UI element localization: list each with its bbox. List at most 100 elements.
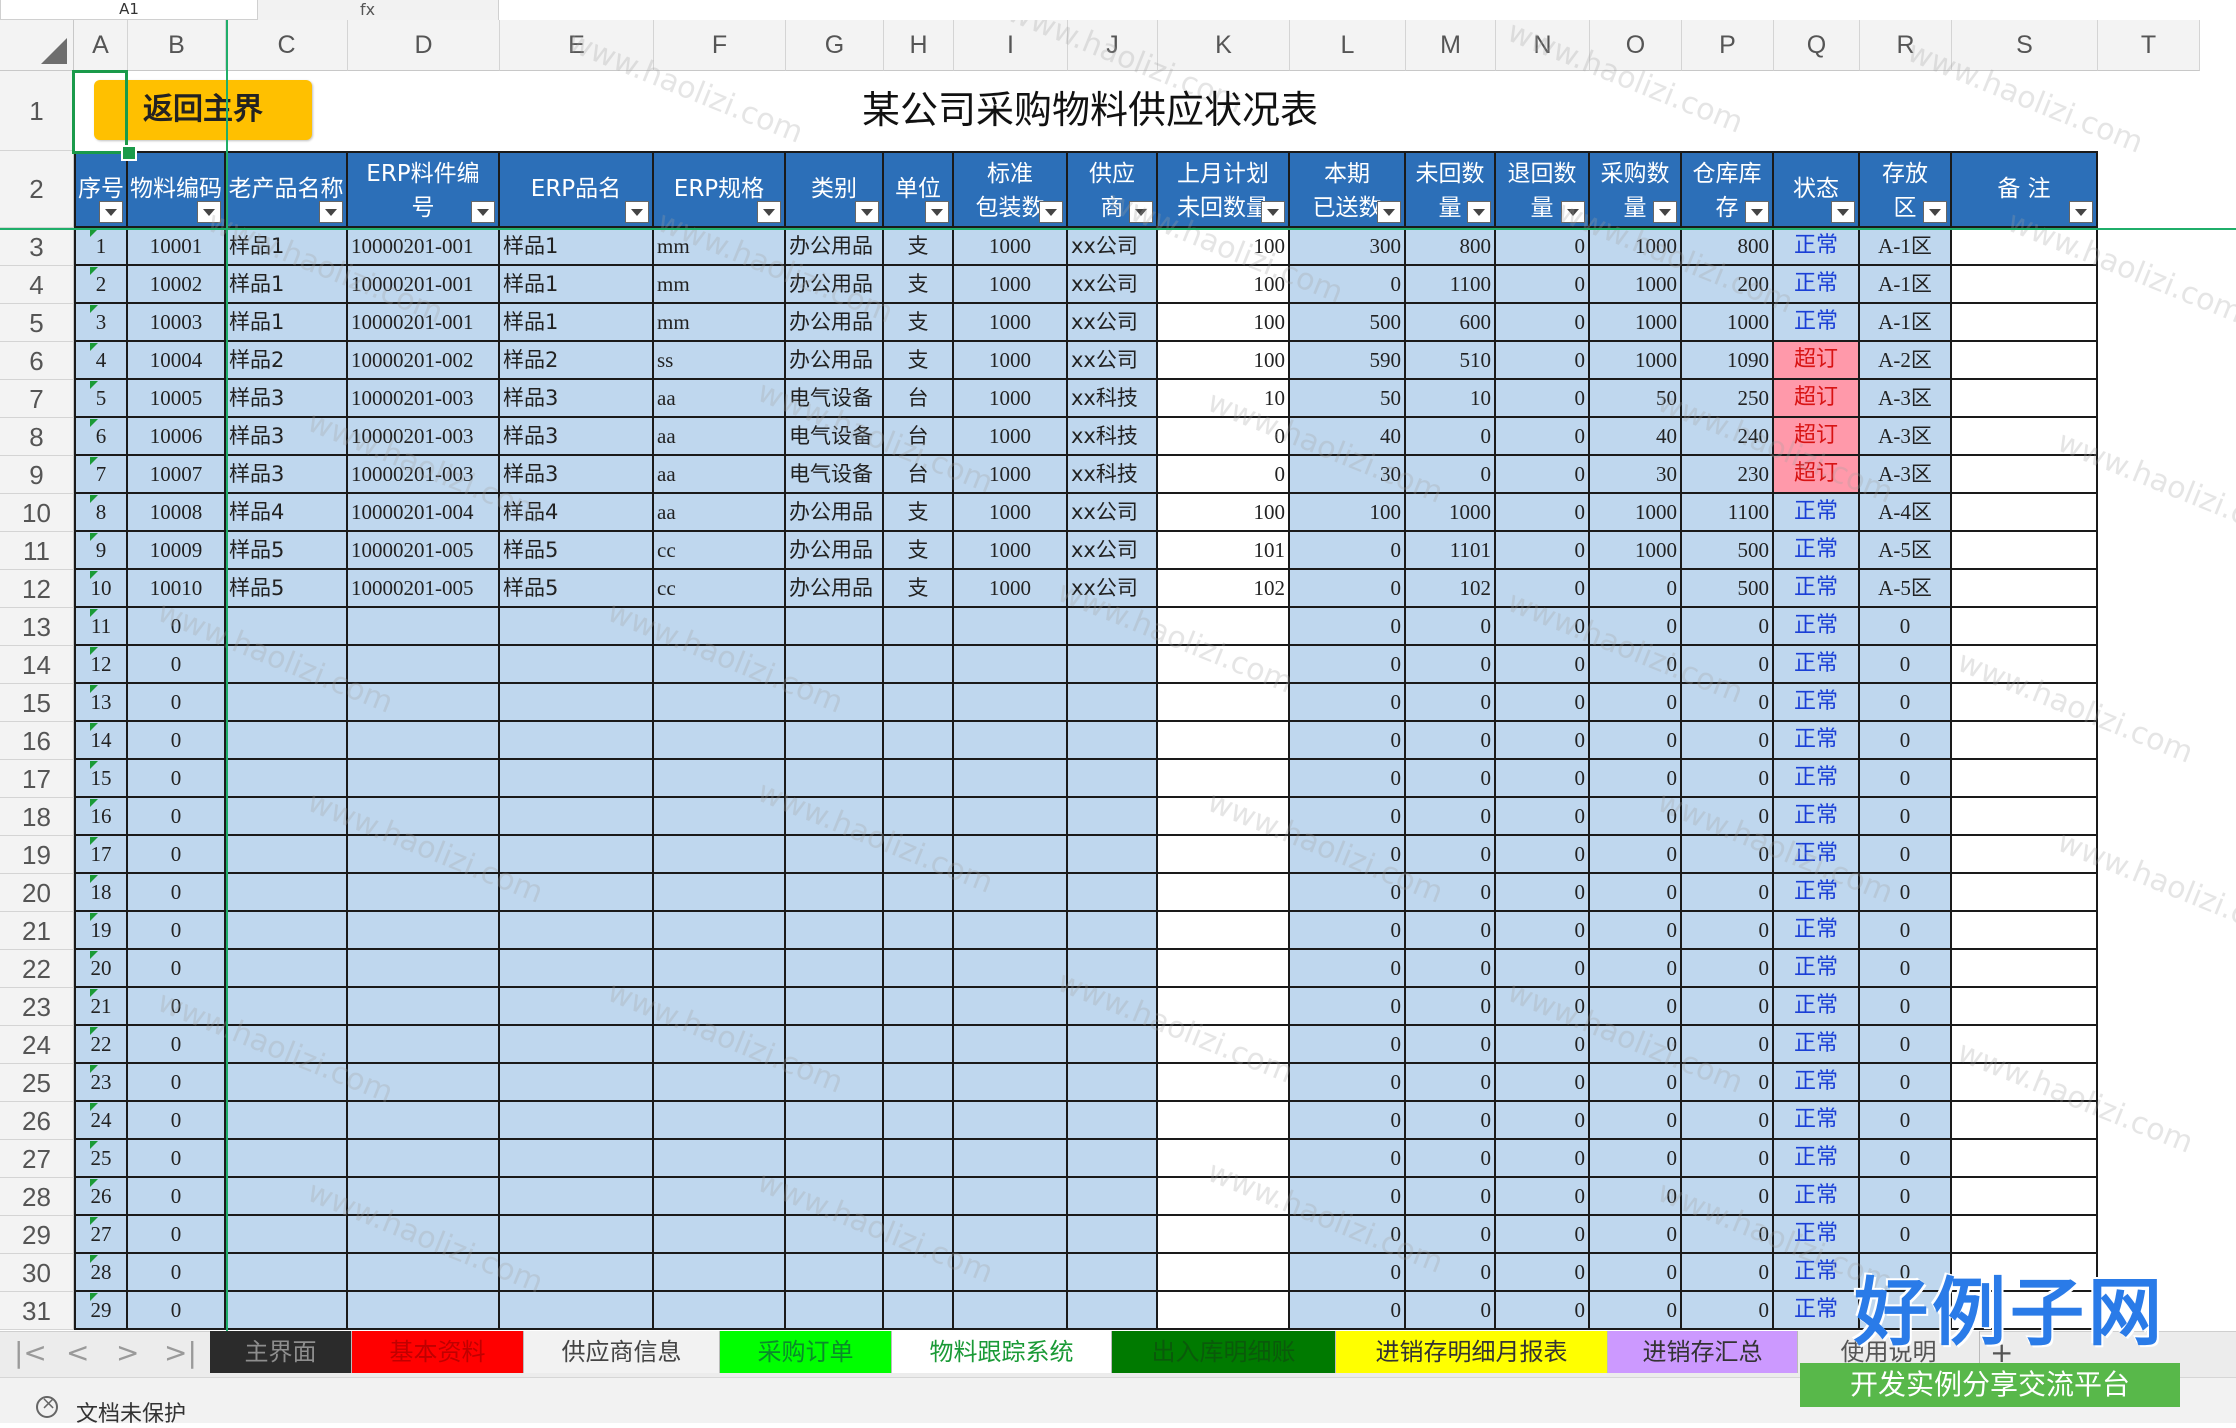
data-cell[interactable]: 0 [1682,1102,1774,1140]
row-header[interactable]: 8 [0,418,74,456]
status-cell[interactable]: 正常 [1774,266,1860,304]
data-cell[interactable] [884,1254,954,1292]
data-cell[interactable] [1158,722,1290,760]
filter-dropdown-icon[interactable] [1039,201,1063,223]
data-cell[interactable]: 800 [1682,228,1774,266]
data-cell[interactable]: 100 [1158,342,1290,380]
data-cell[interactable] [954,912,1068,950]
data-cell[interactable] [226,684,348,722]
data-cell[interactable] [884,646,954,684]
data-cell[interactable] [654,836,786,874]
data-cell[interactable]: 0 [1496,380,1590,418]
data-cell[interactable]: 0 [1290,532,1406,570]
data-cell[interactable]: 办公用品 [786,570,884,608]
data-cell[interactable] [1158,988,1290,1026]
data-cell[interactable] [654,1292,786,1330]
status-cell[interactable]: 正常 [1774,228,1860,266]
column-header-c[interactable]: C [226,20,348,71]
data-cell[interactable]: 0 [1682,722,1774,760]
data-cell[interactable] [500,760,654,798]
data-cell[interactable]: mm [654,228,786,266]
status-cell[interactable]: 正常 [1774,798,1860,836]
data-cell[interactable]: 1000 [1590,532,1682,570]
data-cell[interactable]: 样品5 [500,532,654,570]
data-cell[interactable]: 样品4 [226,494,348,532]
filter-dropdown-icon[interactable] [625,201,649,223]
row-header[interactable]: 30 [0,1254,74,1292]
data-cell[interactable]: xx科技 [1068,380,1158,418]
data-cell[interactable]: 0 [1406,608,1496,646]
data-cell[interactable]: 800 [1406,228,1496,266]
data-cell[interactable]: 15 [74,760,128,798]
data-cell[interactable] [954,722,1068,760]
data-cell[interactable] [1158,874,1290,912]
column-header-d[interactable]: D [348,20,500,71]
status-cell[interactable]: 正常 [1774,874,1860,912]
data-cell[interactable] [884,912,954,950]
data-cell[interactable]: 23 [74,1064,128,1102]
data-cell[interactable]: 20 [74,950,128,988]
data-cell[interactable]: 0 [1590,722,1682,760]
data-cell[interactable] [884,836,954,874]
data-cell[interactable]: 4 [74,342,128,380]
data-cell[interactable] [348,988,500,1026]
column-header-n[interactable]: N [1496,20,1590,71]
data-cell[interactable]: A-5区 [1860,532,1952,570]
data-cell[interactable] [884,608,954,646]
data-cell[interactable] [1158,1254,1290,1292]
data-cell[interactable]: 0 [1682,608,1774,646]
data-cell[interactable]: 300 [1290,228,1406,266]
data-cell[interactable] [1158,950,1290,988]
row-header[interactable]: 22 [0,950,74,988]
data-cell[interactable]: 10005 [128,380,226,418]
data-cell[interactable]: 0 [1290,1026,1406,1064]
data-cell[interactable]: 0 [1290,608,1406,646]
data-cell[interactable]: 100 [1158,494,1290,532]
data-cell[interactable] [1068,1026,1158,1064]
data-cell[interactable]: 0 [1290,950,1406,988]
data-cell[interactable] [226,874,348,912]
data-cell[interactable]: 0 [1496,722,1590,760]
data-cell[interactable]: 0 [1290,1254,1406,1292]
data-cell[interactable]: 26 [74,1178,128,1216]
data-cell[interactable]: 40 [1290,418,1406,456]
data-cell[interactable]: 0 [1590,646,1682,684]
data-cell[interactable]: 样品1 [226,228,348,266]
data-cell[interactable]: 0 [1860,608,1952,646]
filter-dropdown-icon[interactable] [925,201,949,223]
data-cell[interactable]: cc [654,532,786,570]
data-cell[interactable]: 0 [1590,1140,1682,1178]
data-cell[interactable]: 0 [1290,1178,1406,1216]
data-cell[interactable] [226,798,348,836]
data-cell[interactable]: 电气设备 [786,456,884,494]
row-header[interactable]: 24 [0,1026,74,1064]
data-cell[interactable] [348,836,500,874]
data-cell[interactable] [226,608,348,646]
data-cell[interactable]: 24 [74,1102,128,1140]
data-cell[interactable]: 0 [1290,1292,1406,1330]
data-cell[interactable] [786,1178,884,1216]
row-header[interactable]: 12 [0,570,74,608]
filter-dropdown-icon[interactable] [1561,201,1585,223]
name-box[interactable]: A1 [0,0,258,20]
data-cell[interactable]: 9 [74,532,128,570]
data-cell[interactable]: 0 [128,1140,226,1178]
data-cell[interactable]: 样品1 [500,266,654,304]
fill-handle[interactable] [121,145,137,161]
sheet-tab[interactable]: 供应商信息 [524,1331,720,1373]
row-header[interactable]: 29 [0,1216,74,1254]
data-cell[interactable] [1068,1140,1158,1178]
data-cell[interactable] [348,684,500,722]
data-cell[interactable]: 10004 [128,342,226,380]
data-cell[interactable] [1952,418,2098,456]
data-cell[interactable]: 25 [74,1140,128,1178]
data-cell[interactable]: 0 [1496,1254,1590,1292]
data-cell[interactable] [954,1026,1068,1064]
data-cell[interactable] [1068,1178,1158,1216]
data-cell[interactable]: 10000201-002 [348,342,500,380]
data-cell[interactable] [1158,646,1290,684]
data-cell[interactable] [500,722,654,760]
data-cell[interactable] [884,684,954,722]
data-cell[interactable] [226,988,348,1026]
status-cell[interactable]: 正常 [1774,1178,1860,1216]
